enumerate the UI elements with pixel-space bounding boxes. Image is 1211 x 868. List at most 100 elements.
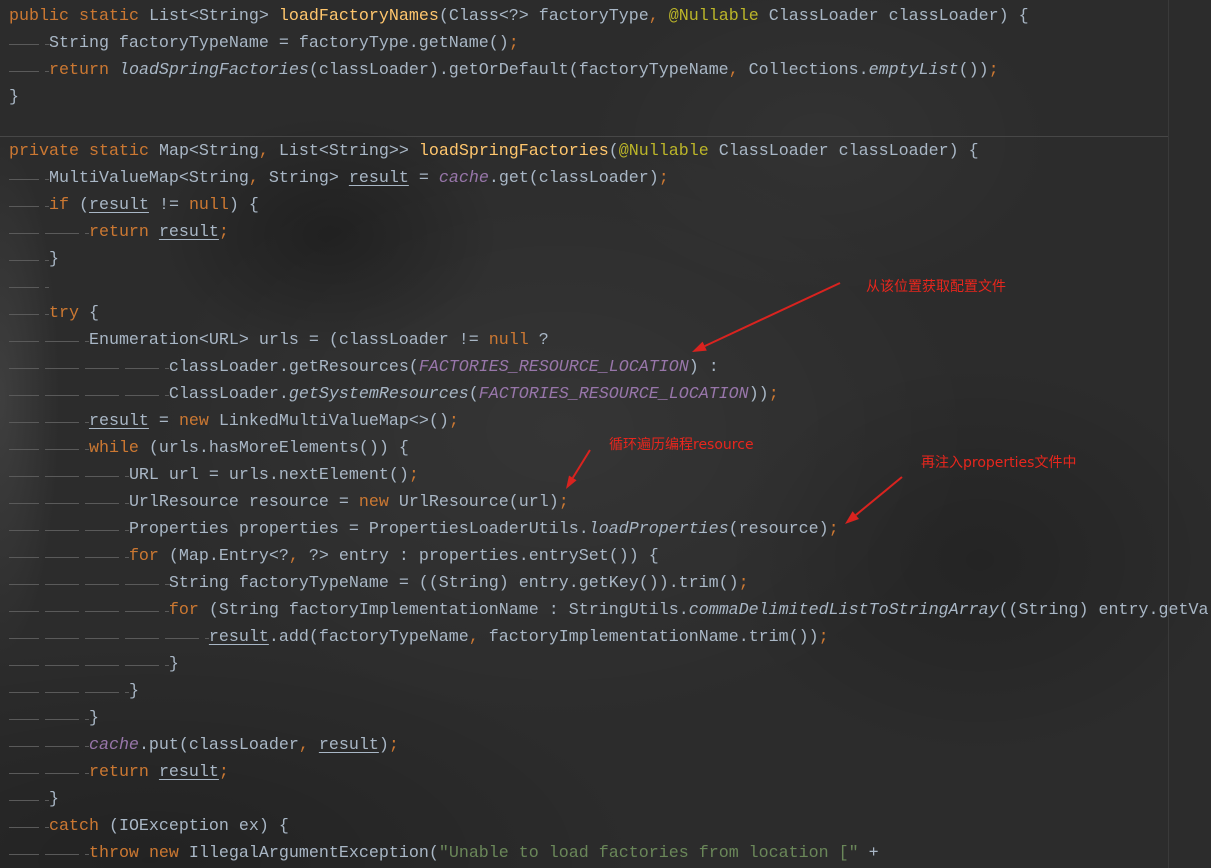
code-line[interactable]: } — [9, 650, 1211, 678]
code-plain: } — [48, 789, 59, 809]
code-plain: ) : — [688, 357, 719, 377]
code-plain: .get(classLoader) — [488, 168, 659, 188]
code-static-call: loadSpringFactories — [118, 60, 309, 80]
code-line[interactable]: catch (IOException ex) { — [9, 812, 1211, 840]
code-plain: Enumeration<URL> urls = (classLoader != — [88, 330, 489, 350]
code-punctuation: , — [248, 168, 259, 188]
code-plain: UrlResource(url) — [388, 492, 559, 512]
code-line[interactable]: } — [9, 677, 1211, 705]
code-line[interactable]: String factoryTypeName = ((String) entry… — [9, 569, 1211, 597]
code-plain — [79, 142, 89, 161]
code-plain: (Map.Entry<? — [158, 546, 289, 566]
indent-guide — [9, 758, 89, 786]
code-reassigned-variable: result — [208, 627, 269, 647]
code-line[interactable]: return result; — [9, 758, 1211, 786]
code-keyword: return — [88, 222, 149, 242]
code-line[interactable]: try { — [9, 299, 1211, 327]
indent-guide — [9, 218, 89, 246]
annotation-note-iterate-resource: 循环遍历编程resource — [609, 437, 754, 453]
code-plain: ) { — [228, 195, 259, 215]
code-reassigned-variable: result — [88, 411, 149, 431]
code-line[interactable]: classLoader.getResources(FACTORIES_RESOU… — [9, 353, 1211, 381]
code-line[interactable]: for (String factoryImplementationName : … — [9, 596, 1211, 624]
code-punctuation: ; — [388, 735, 399, 755]
code-plain: ((String) entry.getVa — [998, 600, 1209, 620]
code-line[interactable] — [9, 272, 1211, 300]
code-method-declaration: loadFactoryNames — [278, 6, 439, 26]
code-line[interactable]: if (result != null) { — [9, 191, 1211, 219]
code-line[interactable]: } — [9, 84, 1211, 111]
code-keyword: return — [48, 60, 109, 80]
indent-guide — [9, 29, 49, 57]
code-plain — [69, 7, 79, 26]
code-punctuation: , — [648, 6, 659, 26]
code-plain: = — [408, 168, 439, 188]
code-plain: ?> entry : properties.entrySet()) { — [298, 546, 659, 566]
code-plain: )) — [748, 384, 769, 404]
code-line[interactable] — [9, 111, 1211, 138]
code-plain: List<String>> — [268, 141, 419, 161]
code-keyword: null — [188, 195, 229, 215]
code-plain: = — [148, 411, 179, 431]
code-plain: List<String> — [138, 6, 279, 26]
code-line[interactable]: cache.put(classLoader, result); — [9, 731, 1211, 759]
code-plain: != — [148, 195, 189, 215]
code-line[interactable]: return loadSpringFactories(classLoader).… — [9, 56, 1211, 84]
code-editor[interactable]: public static List<String> loadFactoryNa… — [0, 0, 1211, 868]
indent-guide — [9, 677, 129, 705]
code-plain: ()) — [958, 60, 989, 80]
code-plain: ClassLoader classLoader) { — [708, 141, 979, 161]
code-plain: (resource) — [728, 519, 829, 539]
code-reassigned-variable: result — [318, 735, 379, 755]
code-plain: Properties properties = PropertiesLoader… — [128, 519, 589, 539]
indent-guide — [9, 623, 209, 651]
code-line[interactable]: for (Map.Entry<?, ?> entry : properties.… — [9, 542, 1211, 570]
code-plain — [139, 844, 149, 863]
code-plain: (IOException ex) { — [98, 816, 289, 836]
code-line[interactable]: Properties properties = PropertiesLoader… — [9, 515, 1211, 543]
code-lines[interactable]: public static List<String> loadFactoryNa… — [9, 3, 1211, 867]
code-keyword: static — [78, 6, 139, 26]
code-keyword: try — [48, 303, 79, 323]
code-line[interactable]: throw new IllegalArgumentException("Unab… — [9, 839, 1211, 867]
code-plain: ? — [528, 330, 549, 350]
code-punctuation: ; — [218, 762, 229, 782]
code-line[interactable]: return result; — [9, 218, 1211, 246]
code-plain — [109, 61, 119, 80]
code-line[interactable]: } — [9, 245, 1211, 273]
code-plain: (classLoader).getOrDefault(factoryTypeNa… — [308, 60, 729, 80]
code-line[interactable]: public static List<String> loadFactoryNa… — [9, 3, 1211, 30]
code-plain: .put(classLoader — [138, 735, 299, 755]
code-plain: } — [48, 249, 59, 269]
code-keyword: for — [128, 546, 159, 566]
code-line[interactable]: } — [9, 785, 1211, 813]
code-plain: (urls.hasMoreElements()) { — [138, 438, 409, 458]
code-punctuation: , — [288, 546, 299, 566]
code-line[interactable]: private static Map<String, List<String>>… — [9, 138, 1211, 165]
indent-guide — [9, 272, 49, 300]
indent-guide — [9, 245, 49, 273]
code-line[interactable]: result = new LinkedMultiValueMap<>(); — [9, 407, 1211, 435]
indent-guide — [9, 812, 49, 840]
indent-guide — [9, 164, 49, 192]
code-plain: MultiValueMap<String — [48, 168, 249, 188]
code-punctuation: , — [298, 735, 309, 755]
code-line[interactable]: ClassLoader.getSystemResources(FACTORIES… — [9, 380, 1211, 408]
code-punctuation: ; — [988, 60, 999, 80]
indent-guide — [9, 326, 89, 354]
code-static-field: FACTORIES_RESOURCE_LOCATION — [418, 357, 689, 377]
code-line[interactable]: Enumeration<URL> urls = (classLoader != … — [9, 326, 1211, 354]
code-static-call: emptyList — [868, 60, 959, 80]
indent-guide — [9, 569, 169, 597]
code-line[interactable]: String factoryTypeName = factoryType.get… — [9, 29, 1211, 57]
code-line[interactable]: } — [9, 704, 1211, 732]
code-plain: factoryImplementationName.trim()) — [478, 627, 819, 647]
code-punctuation: ; — [818, 627, 829, 647]
code-line[interactable]: MultiValueMap<String, String> result = c… — [9, 164, 1211, 192]
code-line[interactable]: result.add(factoryTypeName, factoryImple… — [9, 623, 1211, 651]
indent-guide — [9, 191, 49, 219]
code-string: "Unable to load factories from location … — [438, 843, 859, 863]
indent-guide — [9, 434, 89, 462]
code-line[interactable]: UrlResource resource = new UrlResource(u… — [9, 488, 1211, 516]
code-plain: } — [88, 708, 99, 728]
